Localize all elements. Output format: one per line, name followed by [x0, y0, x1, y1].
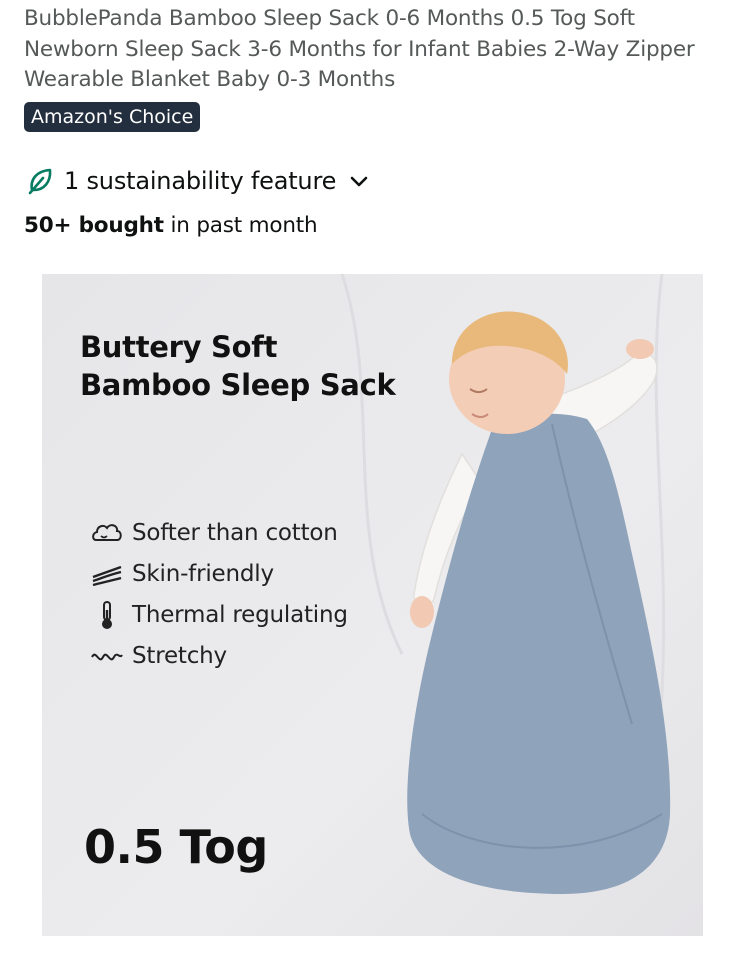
leaf-icon [26, 166, 54, 196]
baby-in-sleep-sack-photo [407, 311, 671, 894]
feature-item: Skin-friendly [90, 553, 348, 594]
bought-in-past-month: 50+ bought in past month [24, 213, 318, 238]
feature-label: Stretchy [132, 642, 227, 669]
amazons-choice-badge[interactable]: Amazon's Choice [24, 102, 201, 132]
sustainability-feature-toggle[interactable]: 1 sustainability feature [26, 163, 370, 199]
feature-item: Softer than cotton [90, 512, 348, 553]
stretch-icon [90, 641, 124, 671]
feature-label: Softer than cotton [132, 519, 338, 546]
bought-suffix: in past month [163, 213, 318, 238]
headline-line-2: Bamboo Sleep Sack [80, 368, 396, 402]
product-image[interactable]: Buttery Soft Bamboo Sleep Sack Softer th… [42, 274, 703, 936]
chevron-down-icon [348, 170, 370, 192]
feature-label: Skin-friendly [132, 560, 274, 587]
tog-rating: 0.5 Tog [84, 820, 268, 874]
cloud-icon [90, 518, 124, 548]
feature-item: Stretchy [90, 635, 348, 676]
feature-item: Thermal regulating [90, 594, 348, 635]
hero-headline: Buttery Soft Bamboo Sleep Sack [80, 328, 400, 404]
feature-list: Softer than cotton Skin-friendly Thermal… [90, 512, 348, 676]
sustainability-label: 1 sustainability feature [64, 167, 337, 195]
bought-count: 50+ bought [24, 213, 164, 238]
product-title: BubblePanda Bamboo Sleep Sack 0-6 Months… [24, 6, 695, 92]
headline-line-1: Buttery Soft [80, 330, 278, 364]
thermometer-icon [90, 600, 124, 630]
skin-icon [90, 559, 124, 589]
feature-label: Thermal regulating [132, 601, 348, 628]
